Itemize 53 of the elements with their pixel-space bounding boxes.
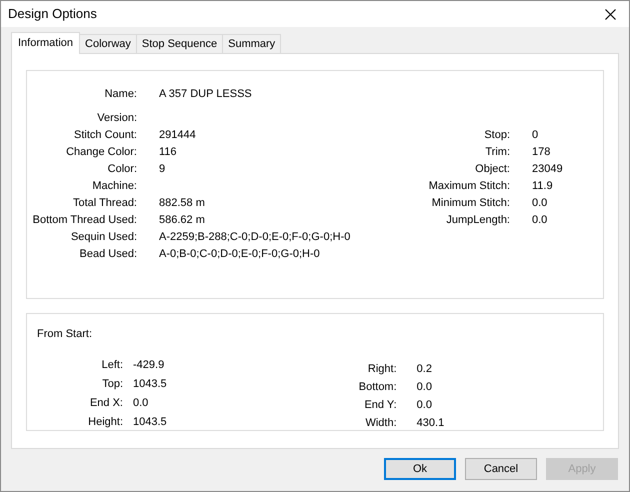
field-label: End X: bbox=[88, 396, 123, 410]
field-value: A-2259;B-288;C-0;D-0;E-0;F-0;G-0;H-0 bbox=[159, 231, 350, 243]
field-label: Machine: bbox=[91, 179, 137, 194]
field-value: 0.0 bbox=[133, 396, 148, 410]
field-value: 9 bbox=[159, 163, 166, 175]
field-value: 882.58 m bbox=[159, 197, 205, 209]
field-label: Height: bbox=[87, 414, 123, 430]
field-label: Width: bbox=[364, 416, 397, 430]
field-label: Version: bbox=[96, 111, 137, 126]
field-label: Trim: bbox=[484, 145, 510, 160]
field-value: 0 bbox=[532, 129, 538, 141]
field-value: 116 bbox=[159, 146, 177, 158]
dialog-button[interactable]: Cancel bbox=[465, 458, 537, 480]
field-label: Bottom Thread Used: bbox=[32, 213, 137, 228]
field-label: End Y: bbox=[363, 398, 397, 412]
field-value: 430.1 bbox=[416, 416, 444, 430]
tab[interactable]: Information bbox=[11, 32, 80, 54]
dialog-button[interactable]: Ok bbox=[384, 458, 456, 480]
field-label: Stop: bbox=[483, 128, 510, 143]
field-value: 11.9 bbox=[532, 180, 553, 192]
field-value: 0.0 bbox=[416, 380, 432, 394]
field-label: Name: bbox=[104, 87, 137, 102]
group-title: From Start: bbox=[37, 327, 92, 342]
field-value: A 357 DUP LESSS bbox=[159, 88, 252, 100]
field-label: Left: bbox=[100, 358, 123, 372]
field-value: 0.2 bbox=[416, 362, 432, 376]
field-label: Right: bbox=[366, 362, 397, 376]
field-value: 586.62 m bbox=[159, 214, 205, 226]
field-value: 178 bbox=[532, 146, 550, 158]
field-label: Sequin Used: bbox=[70, 230, 137, 245]
field-label: Bead Used: bbox=[78, 247, 137, 262]
field-value: 291444 bbox=[159, 129, 196, 141]
close-icon bbox=[604, 8, 616, 20]
field-label: Change Color: bbox=[65, 145, 137, 160]
field-label: Top: bbox=[101, 376, 123, 392]
field-label: JumpLength: bbox=[445, 213, 510, 228]
field-value: -429.9 bbox=[133, 358, 164, 372]
tab[interactable]: Summary bbox=[222, 34, 282, 53]
field-label: Bottom: bbox=[358, 380, 397, 394]
field-value: 0.0 bbox=[532, 197, 548, 209]
field-value: 0.0 bbox=[532, 214, 548, 226]
field-label: Color: bbox=[106, 162, 137, 177]
field-label: Maximum Stitch: bbox=[428, 179, 510, 194]
field-value: 0.0 bbox=[416, 398, 432, 412]
field-label: Minimum Stitch: bbox=[430, 196, 510, 211]
field-label: Total Thread: bbox=[72, 196, 137, 211]
field-label: Stitch Count: bbox=[73, 128, 137, 143]
window-title: Design Options bbox=[8, 5, 97, 24]
field-value: A-0;B-0;C-0;D-0;E-0;F-0;G-0;H-0 bbox=[159, 248, 320, 260]
field-value: 1043.5 bbox=[133, 414, 167, 430]
field-value: 23049 bbox=[532, 163, 563, 175]
field-label: Object: bbox=[474, 162, 510, 177]
field-value: 1043.5 bbox=[133, 376, 167, 392]
